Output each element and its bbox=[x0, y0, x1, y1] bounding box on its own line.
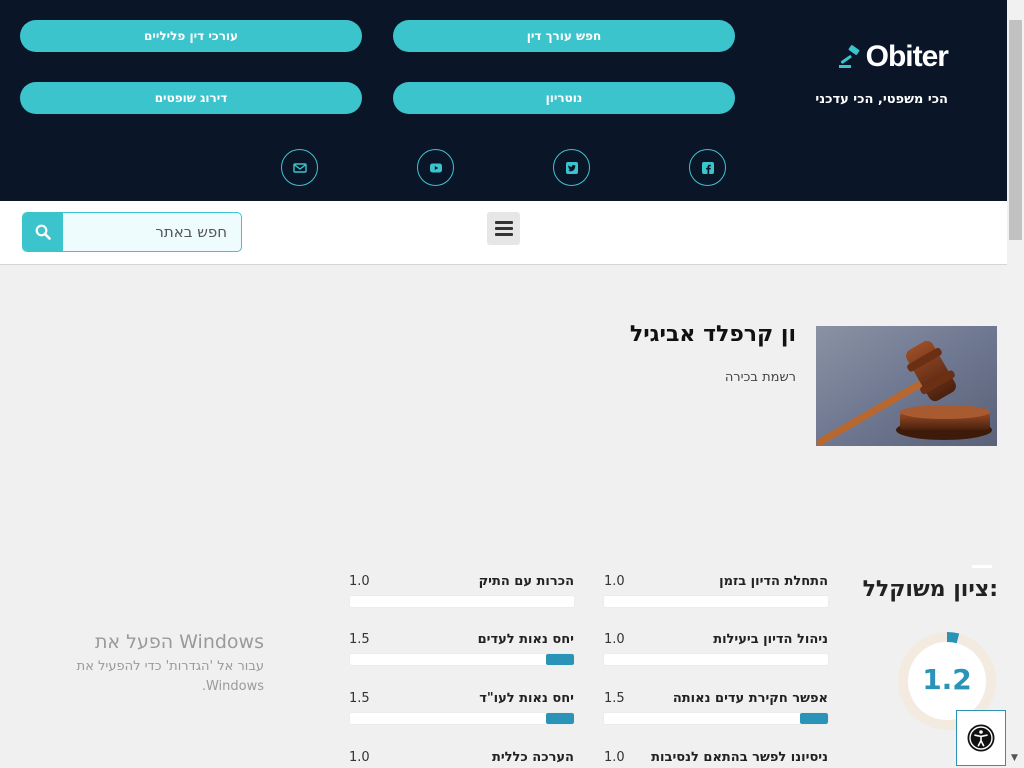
rating-value: 1.0 bbox=[604, 750, 625, 765]
rating-value: 1.0 bbox=[349, 750, 370, 765]
site-logo[interactable]: Obiter bbox=[818, 40, 949, 74]
rating-bar bbox=[603, 595, 829, 608]
rating-bar-fill bbox=[546, 654, 574, 665]
rating-bar bbox=[603, 712, 829, 725]
activate-windows-subtitle: עבור אל 'הגדרות' כדי להפעיל את Windows. bbox=[76, 659, 264, 694]
email-icon bbox=[292, 162, 307, 173]
rating-bar bbox=[603, 653, 829, 666]
overall-score-title: ציון משוקלל: bbox=[862, 577, 998, 602]
rating-label: יחס נאות לעדים bbox=[477, 632, 574, 647]
rating-bar bbox=[349, 653, 575, 666]
rating-value: 1.0 bbox=[604, 632, 625, 647]
gavel-image bbox=[816, 326, 997, 446]
facebook-link[interactable] bbox=[689, 149, 726, 186]
facebook-icon bbox=[701, 161, 714, 174]
rating-label: ניהול הדיון ביעילות bbox=[713, 632, 828, 647]
judge-title: רשמת בכירה bbox=[724, 370, 796, 385]
twitter-icon bbox=[565, 161, 578, 174]
rating-value: 1.5 bbox=[349, 632, 370, 647]
judge-rating-button[interactable]: דירוג שופטים bbox=[20, 82, 362, 114]
rating-value: 1.0 bbox=[349, 574, 370, 589]
rating-label: יחס נאות לעו"ד bbox=[479, 691, 574, 706]
menu-line bbox=[494, 227, 513, 230]
criminal-lawyers-button[interactable]: עורכי דין פליליים bbox=[20, 20, 362, 52]
scroll-down-arrow[interactable]: ▼ bbox=[1011, 753, 1018, 763]
youtube-icon bbox=[429, 163, 442, 172]
gauge-arc bbox=[946, 631, 960, 644]
twitter-link[interactable] bbox=[553, 149, 590, 186]
email-link[interactable] bbox=[281, 149, 318, 186]
menu-line bbox=[494, 221, 513, 224]
rating-bar bbox=[349, 712, 575, 725]
rating-value: 1.5 bbox=[349, 691, 370, 706]
rating-label: ניסיונו לפשר בהתאם לנסיבות bbox=[651, 750, 828, 765]
find-lawyer-button[interactable]: חפש עורך דין bbox=[393, 20, 735, 52]
search-input[interactable] bbox=[65, 213, 241, 251]
accessibility-button[interactable] bbox=[956, 710, 1006, 766]
judge-photo bbox=[816, 326, 997, 446]
hamburger-menu-button[interactable] bbox=[487, 212, 520, 245]
site-header: חפש עורך דין עורכי דין פליליים נוטריון ד… bbox=[0, 0, 1007, 201]
judge-name: ון קרפלד אביגיל bbox=[629, 322, 796, 347]
accessibility-icon bbox=[967, 724, 995, 752]
rating-bar bbox=[349, 595, 575, 608]
page-scrollbar[interactable]: ▼ bbox=[1007, 0, 1024, 768]
divider bbox=[972, 565, 992, 568]
rating-value: 1.0 bbox=[604, 574, 625, 589]
site-tagline: הכי משפטי, הכי עדכני bbox=[815, 92, 948, 107]
menu-line bbox=[494, 233, 513, 236]
rating-label: הערכה כללית bbox=[491, 750, 574, 765]
nav-bar bbox=[0, 201, 1007, 265]
activate-windows-title: הפעל את Windows bbox=[94, 631, 264, 653]
rating-bar-fill bbox=[800, 713, 828, 724]
search-icon bbox=[35, 224, 51, 240]
rating-bar-fill bbox=[546, 713, 574, 724]
notary-button[interactable]: נוטריון bbox=[393, 82, 735, 114]
overall-score-value: 1.2 bbox=[922, 663, 972, 696]
rating-label: הכרות עם התיק bbox=[478, 574, 574, 589]
logo-text: Obiter bbox=[865, 40, 949, 73]
rating-value: 1.5 bbox=[604, 691, 625, 706]
scrollbar-thumb[interactable] bbox=[1009, 20, 1022, 240]
site-search bbox=[22, 212, 242, 252]
gavel-icon bbox=[838, 45, 860, 68]
rating-label: אפשר חקירת עדים נאותה bbox=[672, 691, 828, 706]
youtube-link[interactable] bbox=[417, 149, 454, 186]
rating-label: התחלת הדיון בזמן bbox=[719, 574, 828, 589]
search-button[interactable] bbox=[23, 213, 63, 251]
